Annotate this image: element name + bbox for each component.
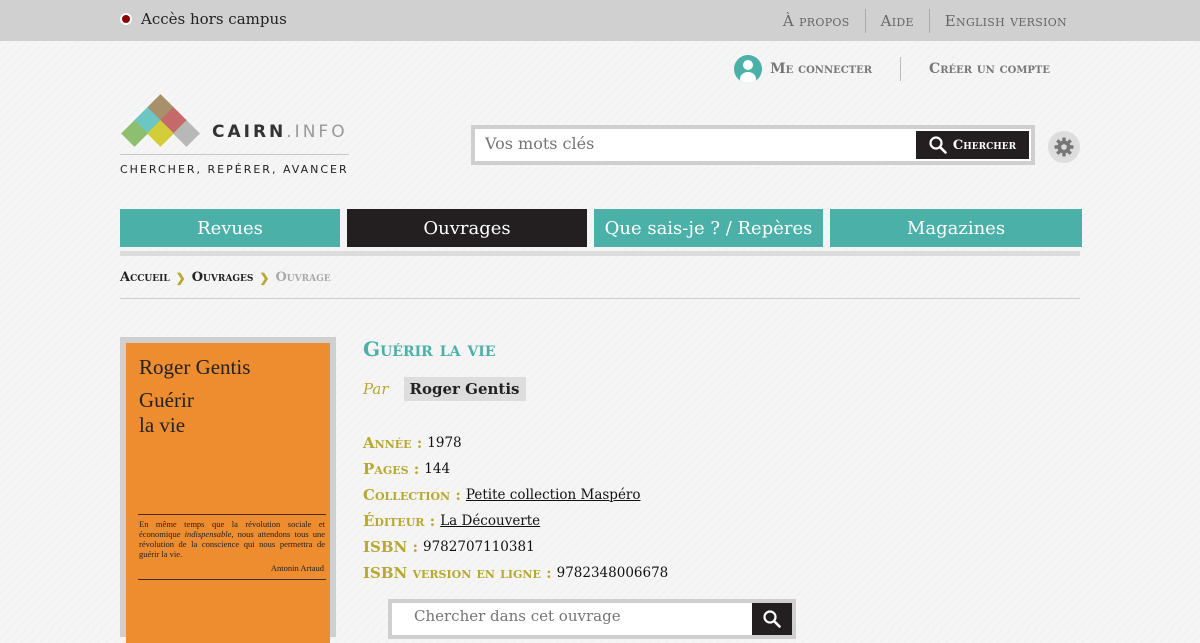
- meta-row-isbn: ISBN : 9782707110381: [363, 534, 668, 560]
- login-link[interactable]: Me connecter: [770, 61, 872, 77]
- logo-wordmark: CAIRN.INFO: [212, 122, 348, 142]
- by-label: Par: [363, 380, 389, 398]
- chevron-right-icon: ❯: [259, 270, 270, 285]
- english-version-link[interactable]: English version: [928, 9, 1067, 33]
- meta-row-isbn-online: ISBN version en ligne :9782348006678: [363, 560, 668, 586]
- meta-key: ISBN :: [363, 538, 418, 556]
- book-search: [388, 599, 796, 639]
- campus-access-link[interactable]: Accès hors campus: [120, 10, 287, 28]
- breadcrumb-home[interactable]: Accueil: [120, 270, 170, 285]
- nav-underline: [120, 251, 1080, 256]
- meta-row-publisher: Éditeur : La Découverte: [363, 508, 668, 534]
- book-byline: Par Roger Gentis: [363, 377, 526, 401]
- search-icon: [763, 610, 781, 628]
- book-search-input[interactable]: [414, 607, 734, 625]
- tab-que-sais-je-reperes[interactable]: Que sais-je ? / Repères: [594, 209, 823, 247]
- meta-row-pages: Pages :144: [363, 456, 668, 482]
- search-button-label: Chercher: [952, 137, 1017, 153]
- help-link[interactable]: Aide: [864, 9, 929, 33]
- cover-rule: [138, 579, 326, 580]
- book-metadata: Année :1978 Pages :144 Collection : Petit…: [363, 430, 668, 586]
- chevron-right-icon: ❯: [175, 270, 186, 285]
- gear-icon[interactable]: [1048, 131, 1080, 163]
- divider: [120, 298, 1080, 299]
- cover-quote: En même temps que la révolution sociale …: [139, 519, 325, 559]
- status-dot-icon: [120, 13, 132, 25]
- search-input[interactable]: [485, 134, 905, 153]
- breadcrumb-current: Ouvrage: [275, 270, 331, 285]
- meta-row-year: Année :1978: [363, 430, 668, 456]
- search-icon: [929, 136, 947, 154]
- meta-value: 1978: [427, 435, 462, 451]
- search-button[interactable]: Chercher: [916, 131, 1029, 159]
- top-links: À propos Aide English version: [768, 9, 1067, 33]
- cover-face: Roger Gentis Guérir la vie En même temps…: [126, 343, 330, 643]
- cover-quote-emphasis: indispensable: [184, 529, 232, 539]
- publisher-link[interactable]: La Découverte: [440, 513, 540, 529]
- meta-row-collection: Collection : Petite collection Maspéro: [363, 482, 668, 508]
- author-link[interactable]: Roger Gentis: [403, 377, 526, 401]
- tab-magazines[interactable]: Magazines: [830, 209, 1082, 247]
- meta-value: 144: [424, 461, 451, 477]
- logo-tagline: CHERCHER, REPÉRER, AVANCER: [120, 163, 349, 176]
- breadcrumb: Accueil ❯ Ouvrages ❯ Ouvrage: [120, 270, 331, 285]
- cover-author: Roger Gentis: [139, 355, 251, 379]
- top-bar: Accès hors campus À propos Aide English …: [0, 0, 1200, 41]
- collection-link[interactable]: Petite collection Maspéro: [466, 487, 641, 503]
- search-box: Chercher: [475, 129, 1031, 161]
- logo-suffix: .INFO: [286, 122, 348, 142]
- cover-signature: Antonin Artaud: [270, 563, 324, 573]
- main-nav: Revues Ouvrages Que sais-je ? / Repères …: [120, 209, 1082, 247]
- meta-key: ISBN version en ligne :: [363, 564, 552, 582]
- logo-word: CAIRN: [212, 122, 287, 142]
- divider: [900, 57, 902, 81]
- campus-access-label: Accès hors campus: [141, 10, 287, 28]
- user-icon[interactable]: [734, 55, 763, 83]
- tab-revues[interactable]: Revues: [120, 209, 340, 247]
- signup-link[interactable]: Créer un compte: [929, 61, 1050, 77]
- breadcrumb-ouvrages[interactable]: Ouvrages: [192, 270, 254, 285]
- cover-rule: [138, 514, 326, 515]
- book-title: Guérir la vie: [363, 337, 496, 361]
- cairn-logo[interactable]: CAIRN.INFO CHERCHER, REPÉRER, AVANCER: [120, 94, 350, 180]
- meta-key: Collection :: [363, 486, 461, 504]
- book-search-button[interactable]: [752, 603, 792, 635]
- meta-value: 9782707110381: [423, 539, 535, 555]
- logo-rule: [120, 154, 349, 155]
- book-cover: Roger Gentis Guérir la vie En même temps…: [120, 337, 336, 643]
- account-links: Me connecter Créer un compte: [734, 55, 1050, 83]
- cover-title: Guérir la vie: [139, 388, 194, 437]
- main-search: Chercher: [471, 125, 1035, 165]
- about-link[interactable]: À propos: [768, 9, 865, 33]
- meta-key: Année :: [363, 434, 423, 452]
- tab-ouvrages[interactable]: Ouvrages: [347, 209, 587, 247]
- meta-key: Éditeur :: [363, 512, 436, 530]
- book-search-box: [392, 603, 792, 635]
- meta-value: 9782348006678: [556, 565, 669, 581]
- meta-key: Pages :: [363, 460, 420, 478]
